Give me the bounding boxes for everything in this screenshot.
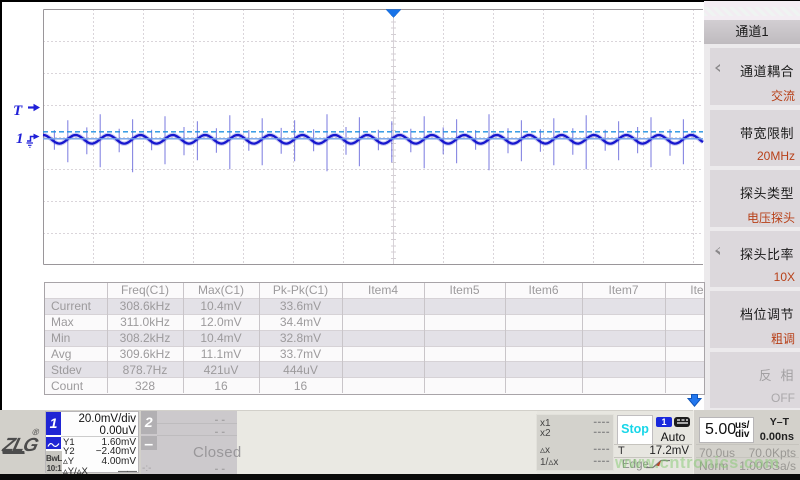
- svg-text:1: 1: [16, 131, 24, 147]
- svg-text:T: T: [13, 103, 23, 119]
